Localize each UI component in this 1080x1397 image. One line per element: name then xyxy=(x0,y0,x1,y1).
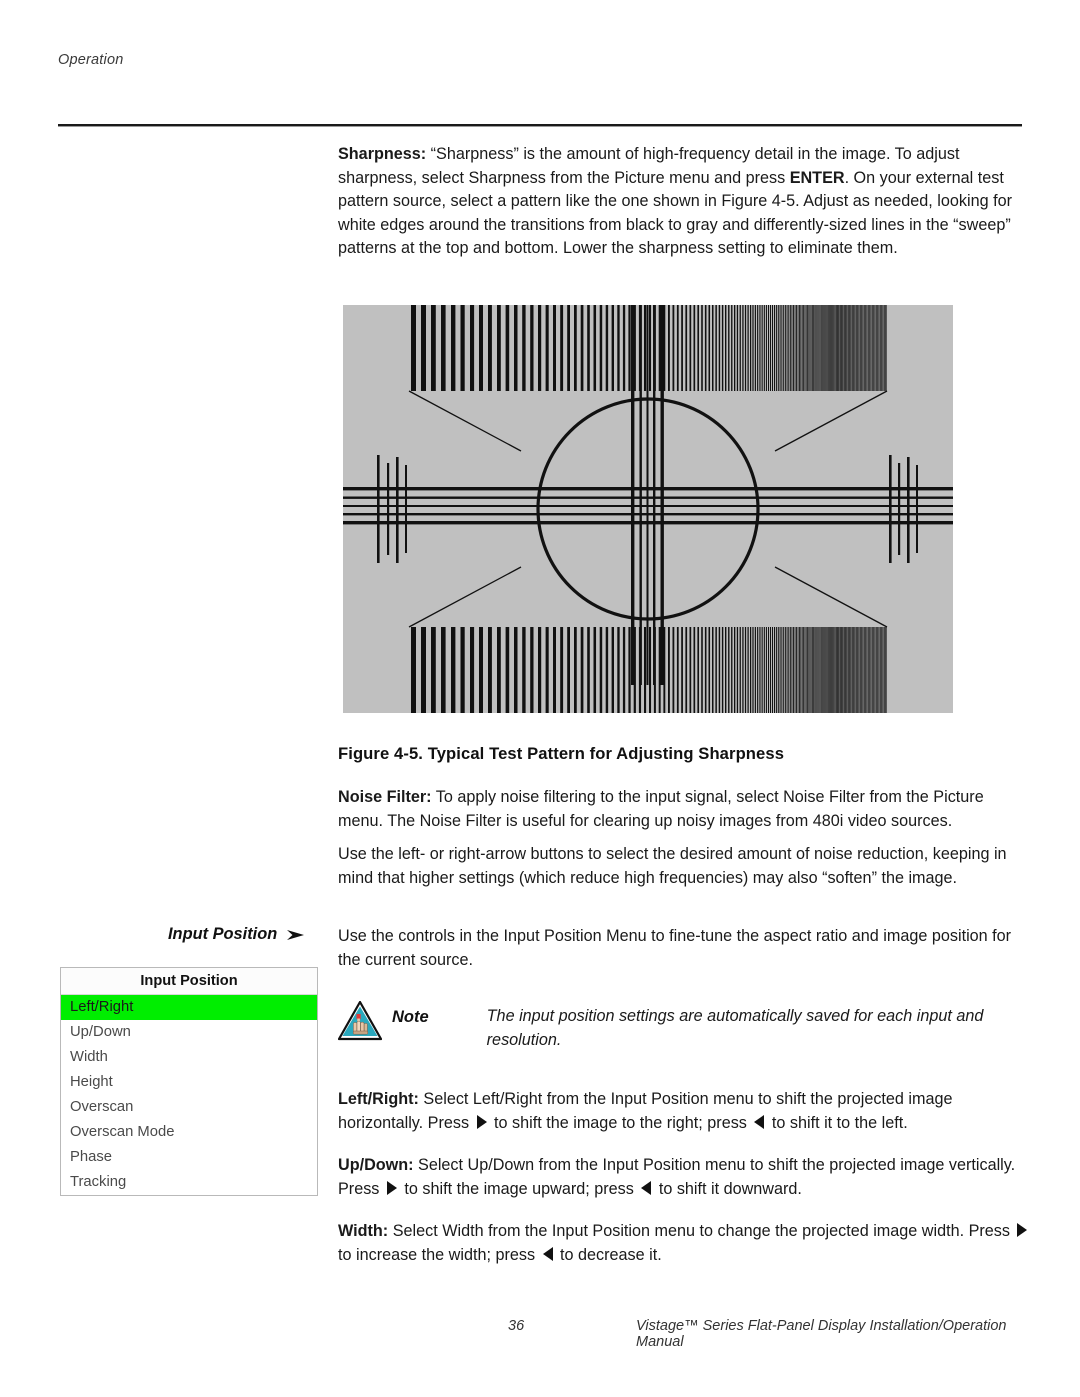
arrow-left-glyph xyxy=(754,1114,765,1129)
noise-reduction-section: Use the left- or right-arrow buttons to … xyxy=(338,843,1028,909)
osd-menu-input-position[interactable]: Input Position Left/Right Up/Down Width … xyxy=(60,967,318,1196)
test-pattern-graphic xyxy=(343,305,953,713)
left-right-label: Left/Right: xyxy=(338,1090,419,1108)
left-right-body-3: to shift it to the left. xyxy=(767,1113,908,1132)
noise-reduction-paragraph: Use the left- or right-arrow buttons to … xyxy=(338,845,1007,887)
osd-item-left-right[interactable]: Left/Right xyxy=(61,995,317,1020)
enter-key-label: ENTER xyxy=(789,168,845,187)
noise-filter-body: To apply noise filtering to the input si… xyxy=(338,788,984,830)
running-head: Operation xyxy=(58,52,124,68)
osd-item-tracking[interactable]: Tracking xyxy=(61,1170,317,1195)
arrow-right-glyph xyxy=(386,1180,397,1195)
width-body-2: to increase the width; press xyxy=(338,1245,540,1264)
width-label: Width: xyxy=(338,1222,389,1241)
sharpness-test-pattern-figure xyxy=(343,305,953,713)
sharpness-paragraph: Sharpness: “Sharpness” is the amount of … xyxy=(338,143,1026,261)
osd-item-width[interactable]: Width xyxy=(61,1045,317,1070)
osd-menu-title: Input Position xyxy=(61,968,317,995)
width-body-1: Select Width from the Input Position men… xyxy=(388,1222,1015,1241)
osd-item-height[interactable]: Height xyxy=(61,1070,317,1095)
input-position-controls-section: Left/Right: Select Left/Right from the I… xyxy=(338,1088,1038,1287)
margin-heading-label: Input Position xyxy=(168,925,278,943)
osd-item-phase[interactable]: Phase xyxy=(61,1145,317,1170)
note-label: Note xyxy=(392,1008,429,1026)
sharpness-section: Sharpness: “Sharpness” is the amount of … xyxy=(338,143,1026,280)
arrow-right-glyph xyxy=(1017,1223,1028,1238)
up-down-body-2: to shift the image upward; press xyxy=(399,1179,639,1198)
footer-page-number: 36 xyxy=(508,1318,525,1334)
up-down-body-3: to shift it downward. xyxy=(654,1179,802,1198)
note-text: The input position settings are automati… xyxy=(486,1007,984,1049)
up-down-paragraph: Up/Down: Select Up/Down from the Input P… xyxy=(338,1154,1038,1201)
left-right-body-2: to shift the image to the right; press xyxy=(489,1113,752,1132)
figure-caption: Figure 4-5. Typical Test Pattern for Adj… xyxy=(338,744,785,763)
osd-item-overscan-mode[interactable]: Overscan Mode xyxy=(61,1120,317,1145)
width-body-3: to decrease it. xyxy=(555,1245,662,1264)
arrow-left-glyph xyxy=(542,1246,553,1261)
input-position-intro-paragraph: Use the controls in the Input Position M… xyxy=(338,927,1012,969)
noise-filter-label: Noise Filter: xyxy=(338,788,432,806)
width-paragraph: Width: Select Width from the Input Posit… xyxy=(338,1220,1038,1267)
sharpness-label: Sharpness: xyxy=(338,145,427,163)
footer-manual-title: Vistage™ Series Flat-Panel Display Insta… xyxy=(636,1318,1007,1350)
left-right-paragraph: Left/Right: Select Left/Right from the I… xyxy=(338,1088,1038,1135)
arrow-right-glyph xyxy=(476,1114,487,1129)
note-callout: Note The input position settings are aut… xyxy=(338,1001,1028,1052)
arrow-left-glyph xyxy=(641,1180,652,1195)
osd-item-up-down[interactable]: Up/Down xyxy=(61,1020,317,1045)
margin-heading-input-position: Input Position xyxy=(168,925,306,944)
note-triangle-hand-icon xyxy=(338,1001,382,1041)
osd-item-overscan[interactable]: Overscan xyxy=(61,1095,317,1120)
header-divider xyxy=(58,124,1022,127)
input-position-intro-section: Use the controls in the Input Position M… xyxy=(338,925,1028,991)
noise-filter-paragraph: Noise Filter: To apply noise filtering t… xyxy=(338,786,1028,833)
up-down-label: Up/Down: xyxy=(338,1156,414,1175)
arrow-right-icon xyxy=(287,929,305,940)
